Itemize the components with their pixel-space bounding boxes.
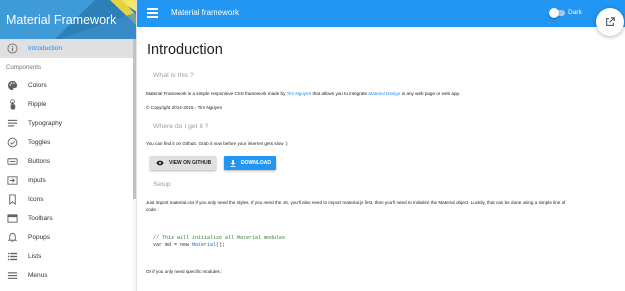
sidebar-item-typography[interactable]: Typography (0, 114, 136, 133)
sidebar-item-introduction[interactable]: Introduction (0, 39, 136, 58)
sidebar-scrollbar-thumb[interactable] (133, 39, 136, 199)
touch-icon (6, 99, 18, 111)
sidebar-item-label: Introduction (28, 45, 62, 52)
eye-icon (156, 160, 164, 166)
download-label: DOWNLOAD (241, 160, 271, 166)
info-icon (6, 43, 18, 55)
bookmark-icon (6, 194, 18, 206)
author-link[interactable]: Tim Nguyen (287, 91, 312, 96)
sidebar-item-colors[interactable]: Colors (0, 76, 136, 95)
app-bar-title: Material framework (171, 8, 240, 17)
sidebar-item-label: Toolbars (28, 215, 53, 222)
button-icon (6, 156, 18, 168)
copyright-text: © Copyright 2014-2015 - Tim Nguyen (146, 105, 223, 110)
hamburger-icon (147, 8, 158, 10)
hamburger-menu-button[interactable] (147, 8, 158, 19)
sidebar-item-toolbars[interactable]: Toolbars (0, 209, 136, 228)
sidebar-item-label: Lists (28, 253, 42, 260)
toggle-knob (549, 8, 559, 18)
check-circle-icon (6, 137, 18, 149)
brand-title: Material Framework (6, 13, 117, 27)
open-in-new-icon (606, 17, 615, 26)
sidebar-item-toggles[interactable]: Toggles (0, 133, 136, 152)
code-comment-line: // This will initialize all Material mod… (153, 235, 286, 241)
sidebar-item-label: Ripple (28, 101, 47, 108)
app-bar: Material framework Dark (137, 0, 625, 27)
code-var: var md = new (153, 242, 193, 248)
toolbar-icon (6, 213, 18, 225)
download-icon (230, 159, 236, 167)
sidebar-item-label: Icons (28, 196, 44, 203)
sidebar-item-lists[interactable]: Lists (0, 247, 136, 266)
dark-mode-label: Dark (568, 9, 582, 16)
sidebar-item-icons[interactable]: Icons (0, 190, 136, 209)
sidebar-item-label: Typography (28, 120, 62, 127)
bell-icon (6, 232, 18, 244)
page-title: Introduction (147, 42, 223, 58)
sidebar-item-label: Popups (28, 234, 51, 241)
material-design-link[interactable]: Material Design (368, 91, 400, 96)
download-button[interactable]: DOWNLOAD (224, 156, 276, 170)
intro-middle: that allows you to integrate (311, 91, 369, 96)
view-on-github-label: VIEW ON GITHUB (169, 160, 212, 166)
sidebar-section-label: Components (6, 63, 42, 71)
code-constructor: Material (192, 242, 217, 248)
what-heading: What is this ? (153, 72, 194, 79)
setup-paragraph-line2: code : (146, 207, 159, 212)
sidebar-item-label: Inputs (28, 177, 46, 184)
code-end: (); (216, 242, 226, 248)
main-content: Introduction What is this ? Material Fra… (137, 27, 625, 291)
dark-mode-toggle[interactable] (549, 8, 565, 18)
sidebar-item-inputs[interactable]: Inputs (0, 171, 136, 190)
sidebar-item-label: Colors (28, 82, 47, 89)
setup-paragraph-line1: Just import material.css if you only nee… (146, 200, 566, 205)
hamburger-icon-bar (147, 16, 158, 18)
sidebar-item-popups[interactable]: Popups (0, 228, 136, 247)
intro-prefix: Material Framework is a simple responsiv… (146, 91, 287, 96)
code-init-line: var md = new Material(); (153, 242, 225, 248)
sidebar: Material Framework Introduction Componen… (0, 0, 137, 291)
sidebar-item-label: Toggles (28, 139, 51, 146)
app-root: Material Framework Introduction Componen… (0, 0, 625, 291)
where-heading: Where do I get it ? (153, 123, 209, 130)
sidebar-brand: Material Framework (0, 0, 136, 39)
where-paragraph: You can find it on Github. Grab it now b… (146, 141, 288, 146)
palette-icon (6, 80, 18, 92)
sidebar-item-menus[interactable]: Menus (0, 266, 136, 285)
specific-modules-text: Or if you only need specific modules : (146, 269, 223, 274)
sidebar-item-buttons[interactable]: Buttons (0, 152, 136, 171)
menu-icon (6, 270, 18, 282)
intro-paragraph: Material Framework is a simple responsiv… (146, 91, 460, 96)
sidebar-item-label: Menus (28, 272, 48, 279)
hamburger-icon-bar (147, 12, 158, 14)
intro-suffix: in any web page or web app. (400, 91, 461, 96)
text-icon (6, 118, 18, 130)
setup-heading: Setup (153, 181, 171, 188)
view-on-github-button[interactable]: VIEW ON GITHUB (150, 156, 216, 170)
sidebar-item-label: Buttons (28, 158, 51, 165)
list-icon (6, 251, 18, 263)
sidebar-item-ripple[interactable]: Ripple (0, 95, 136, 114)
input-icon (6, 175, 18, 187)
